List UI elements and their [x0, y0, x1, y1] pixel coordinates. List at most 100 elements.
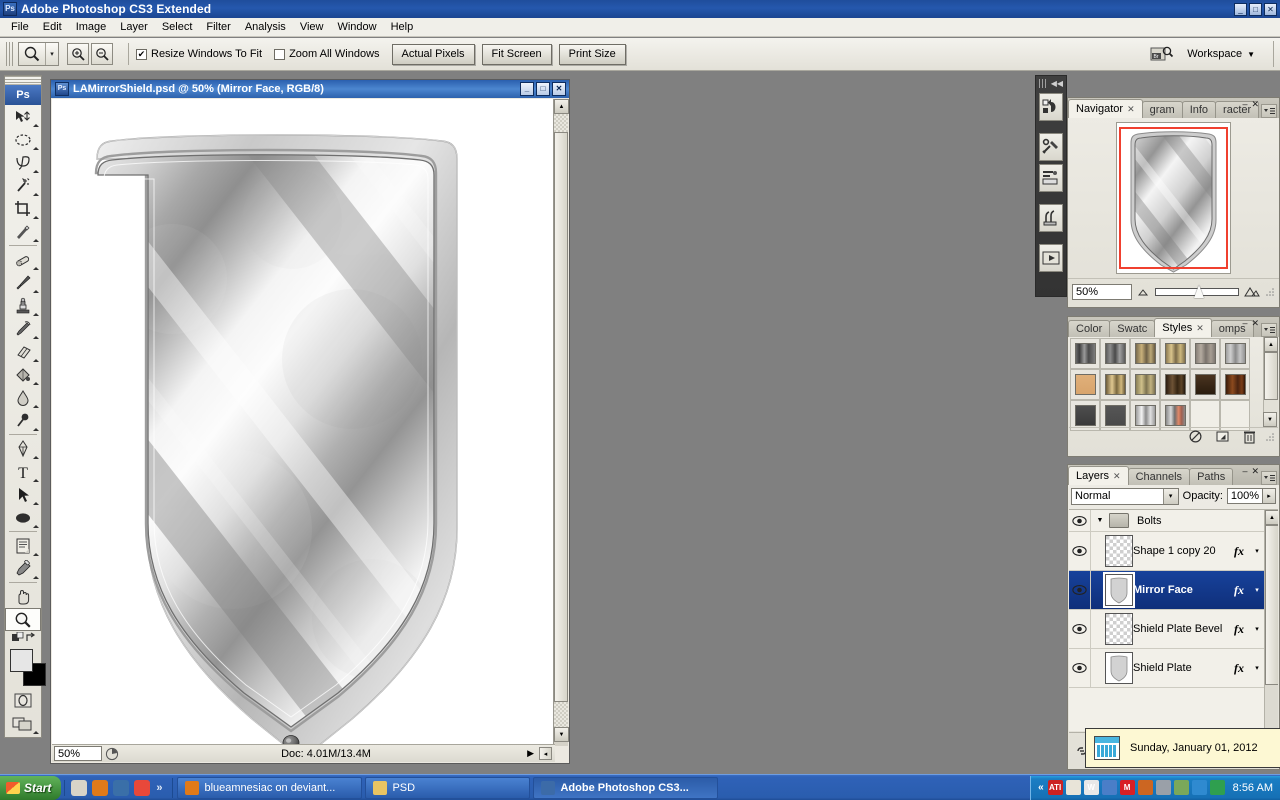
navigator-thumbnail[interactable] — [1116, 122, 1231, 274]
layer-thumbnail[interactable] — [1105, 652, 1133, 684]
active-tool-well[interactable]: ▾ — [18, 42, 59, 66]
minimize-button[interactable]: _ — [1234, 2, 1247, 16]
style-charcoal[interactable] — [1074, 405, 1096, 426]
print-size-button[interactable]: Print Size — [558, 43, 626, 65]
options-bar-grip[interactable] — [6, 42, 13, 66]
style-olive-gold[interactable] — [1134, 374, 1156, 395]
healing-brush-tool[interactable] — [5, 248, 41, 271]
resize-windows-checkbox-row[interactable]: ✔ Resize Windows To Fit — [136, 48, 262, 60]
style-cell[interactable] — [1130, 369, 1160, 400]
zoom-all-windows-checkbox[interactable] — [274, 48, 286, 60]
layer-effects-expand-arrow[interactable]: ▾ — [1250, 625, 1264, 633]
lasso-tool[interactable] — [5, 151, 41, 174]
path-selection-tool[interactable] — [5, 483, 41, 506]
quicklaunch-show-desktop-icon[interactable] — [71, 779, 88, 796]
brushes-panel-icon[interactable] — [1039, 204, 1063, 232]
zoom-in-icon[interactable] — [67, 43, 89, 65]
scroll-down-button[interactable]: ▼ — [554, 727, 569, 742]
scroll-thumb-vertical[interactable] — [554, 132, 568, 702]
style-copper-dark[interactable] — [1224, 374, 1246, 395]
small-mountain-icon[interactable] — [1138, 287, 1150, 296]
quick-mask-icon[interactable] — [5, 689, 41, 712]
style-cell[interactable] — [1100, 338, 1130, 369]
menu-item-view[interactable]: View — [293, 19, 331, 35]
navigator-slider-track[interactable] — [1155, 284, 1239, 298]
dock-grip-icon[interactable] — [1039, 78, 1046, 88]
menu-item-help[interactable]: Help — [384, 19, 421, 35]
style-antique-gold[interactable] — [1104, 374, 1126, 395]
navigator-resize-grip-icon[interactable] — [1266, 287, 1275, 296]
layer-thumbnail[interactable] — [1105, 613, 1133, 645]
style-cell[interactable] — [1190, 338, 1220, 369]
opacity-input[interactable]: 100% — [1227, 488, 1263, 504]
workspace-button[interactable]: Workspace ▼ — [1181, 45, 1265, 63]
hand-tool[interactable] — [5, 585, 41, 608]
tab-info[interactable]: Info — [1181, 101, 1217, 118]
tray-usb-icon[interactable] — [1173, 780, 1189, 795]
tab-channels[interactable]: Channels — [1127, 468, 1191, 485]
layer-group-row[interactable]: ▼ Bolts — [1069, 510, 1264, 532]
layers-scroll-up[interactable]: ▲ — [1265, 510, 1278, 525]
style-light-chrome[interactable] — [1224, 343, 1246, 364]
navigator-minimize[interactable]: – — [1242, 99, 1247, 110]
styles-close[interactable]: ✕ — [1251, 318, 1259, 329]
crop-tool[interactable] — [5, 197, 41, 220]
document-vertical-scrollbar[interactable]: ▲ ▼ — [553, 99, 569, 746]
styles-scroll-thumb[interactable] — [1264, 352, 1278, 400]
style-cell[interactable] — [1160, 338, 1190, 369]
style-brass[interactable] — [1134, 343, 1156, 364]
styles-resize-grip-icon[interactable] — [1266, 432, 1275, 441]
layer-visibility-toggle[interactable] — [1069, 532, 1091, 570]
layer-effects-expand-arrow[interactable]: ▾ — [1250, 664, 1264, 672]
menu-item-layer[interactable]: Layer — [113, 19, 155, 35]
navigator-close[interactable]: ✕ — [1251, 99, 1259, 110]
no-style-icon[interactable] — [1189, 430, 1202, 443]
clone-stamp-tool[interactable] — [5, 294, 41, 317]
style-cell[interactable] — [1070, 369, 1100, 400]
menu-item-image[interactable]: Image — [69, 19, 114, 35]
opacity-control[interactable]: 100% ▸ — [1227, 488, 1276, 504]
layers-panel-menu-icon[interactable] — [1261, 471, 1277, 485]
style-dark-brown[interactable] — [1164, 374, 1186, 395]
tray-globe-icon[interactable] — [1191, 780, 1207, 795]
tray-shield-icon[interactable] — [1065, 780, 1081, 795]
style-cell[interactable] — [1160, 369, 1190, 400]
styles-scroll-up[interactable]: ▲ — [1264, 337, 1278, 352]
layer-effects-icon[interactable]: fx — [1228, 622, 1250, 637]
document-zoom-field[interactable]: 50% — [54, 746, 102, 761]
layer-thumbnail-cell[interactable] — [1091, 572, 1135, 608]
document-restore-button[interactable]: □ — [536, 82, 550, 96]
taskbar-button[interactable]: blueamnesiac on deviant... — [177, 776, 363, 799]
scroll-up-button[interactable]: ▲ — [554, 99, 569, 114]
gradient-tool[interactable] — [5, 363, 41, 386]
menu-item-analysis[interactable]: Analysis — [238, 19, 293, 35]
style-cell[interactable] — [1220, 338, 1250, 369]
style-silver-warm[interactable] — [1194, 343, 1216, 364]
menu-item-select[interactable]: Select — [155, 19, 200, 35]
taskbar-button[interactable]: PSD — [365, 776, 531, 799]
tray-expand-icon[interactable]: « — [1038, 782, 1044, 793]
tab-styles[interactable]: Styles ✕ — [1154, 318, 1212, 337]
layer-visibility-toggle[interactable] — [1069, 571, 1091, 609]
tab-swatc[interactable]: Swatc — [1109, 320, 1156, 337]
start-button[interactable]: Start — [0, 775, 62, 800]
layer-row[interactable]: Shield Plate fx ▾ — [1069, 649, 1264, 688]
new-style-icon[interactable] — [1216, 430, 1229, 443]
tab-paths[interactable]: Paths — [1189, 468, 1234, 485]
style-flat-gray[interactable] — [1104, 405, 1126, 426]
layer-effects-expand-arrow[interactable]: ▾ — [1250, 547, 1264, 555]
screen-mode-icon[interactable] — [5, 712, 41, 735]
tab-gram[interactable]: gram — [1141, 101, 1183, 118]
tray-network-icon[interactable] — [1155, 780, 1171, 795]
style-cell[interactable] — [1100, 369, 1130, 400]
layer-effects-expand-arrow[interactable]: ▾ — [1250, 586, 1264, 594]
status-resize-handle[interactable]: ◂ — [539, 747, 552, 760]
resize-windows-checkbox[interactable]: ✔ — [136, 48, 147, 60]
foreground-color-swatch[interactable] — [10, 649, 33, 672]
document-minimize-button[interactable]: _ — [520, 82, 534, 96]
layer-effects-icon[interactable]: fx — [1228, 661, 1250, 676]
quicklaunch-firefox-icon[interactable] — [92, 779, 109, 796]
magic-wand-tool[interactable] — [5, 174, 41, 197]
style-gold[interactable] — [1164, 343, 1186, 364]
dodge-tool[interactable] — [5, 409, 41, 432]
